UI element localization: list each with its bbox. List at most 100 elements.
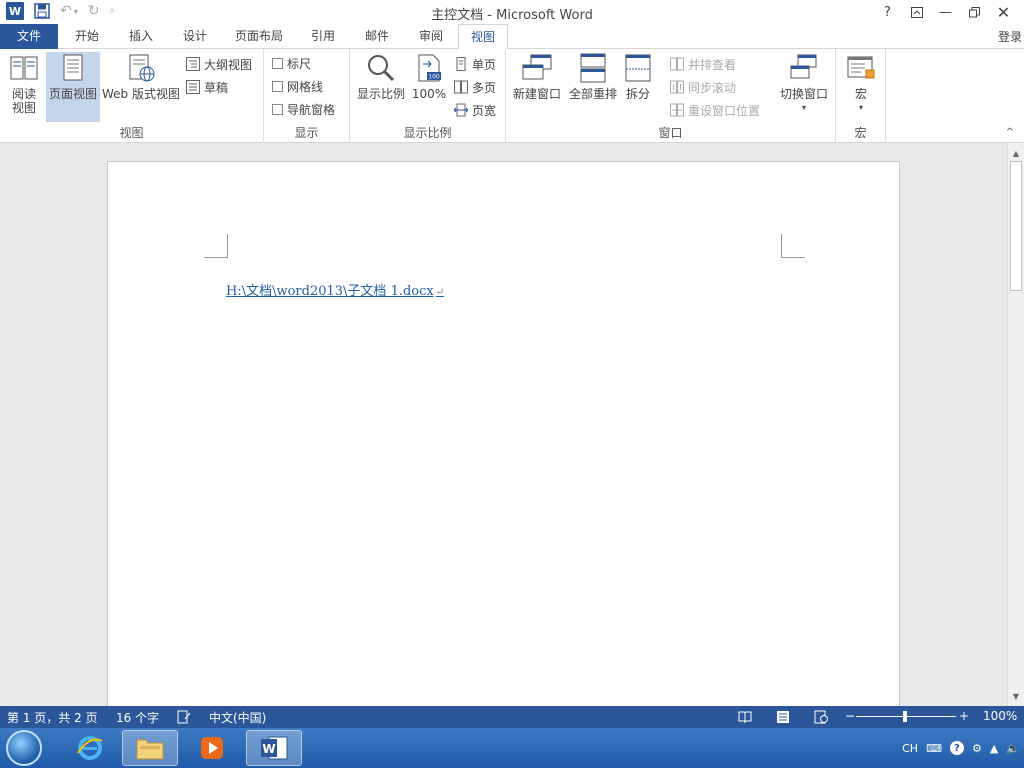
group-macros: 宏 ▾ 宏 — [836, 49, 886, 143]
magnifier-icon — [368, 55, 395, 82]
volume-icon[interactable]: 🔈 — [1006, 742, 1020, 755]
page-width-label: 页宽 — [472, 103, 497, 118]
taskbar-media-player[interactable] — [184, 730, 240, 766]
scroll-up-icon[interactable]: ▲ — [1008, 145, 1024, 161]
system-tray: CH ⌨ ? ⚙ ▲ 🔈 — [902, 728, 1020, 768]
collapse-ribbon-icon[interactable]: ^ — [1006, 127, 1014, 138]
document-page[interactable]: H:\文档\word2013\子文档 1.docx ↵ — [107, 161, 900, 706]
checkbox-icon — [272, 103, 283, 115]
taskbar-word[interactable]: W — [246, 730, 302, 766]
tab-design[interactable]: 设计 — [172, 24, 218, 49]
page-width-button[interactable]: 页宽 — [454, 100, 496, 120]
language[interactable]: 中文(中国) — [209, 709, 266, 726]
taskbar-explorer[interactable] — [122, 730, 178, 766]
ruler-checkbox[interactable]: 标尺 — [272, 53, 311, 73]
scrollbar-thumb[interactable] — [1010, 161, 1022, 291]
one-page-label: 单页 — [472, 57, 497, 72]
scroll-down-icon[interactable]: ▼ — [1008, 688, 1024, 704]
read-mode-icon[interactable] — [738, 710, 752, 724]
minimize-icon[interactable]: — — [931, 2, 960, 22]
redo-icon[interactable]: ↻ — [88, 3, 100, 19]
folder-icon — [136, 739, 164, 760]
side-by-side-label: 并排查看 — [688, 57, 737, 72]
input-language[interactable]: CH — [902, 742, 918, 755]
print-layout-icon[interactable] — [776, 710, 790, 724]
macros-button[interactable]: 宏 ▾ — [842, 52, 880, 122]
zoom-100-label: 100% — [411, 87, 447, 101]
new-window-button[interactable]: 新建窗口 — [510, 52, 564, 122]
draft-icon — [186, 80, 200, 94]
tab-home[interactable]: 开始 — [64, 24, 110, 49]
zoom-label: 显示比例 — [356, 87, 405, 101]
zoom-level[interactable]: 100% — [983, 709, 1017, 723]
side-by-side-button[interactable]: 并排查看 — [670, 54, 736, 74]
page-count[interactable]: 第 1 页，共 2 页 — [7, 709, 98, 726]
document-area[interactable]: H:\文档\word2013\子文档 1.docx ↵ — [0, 143, 1007, 706]
zoom-in-button[interactable]: + — [959, 709, 969, 723]
internet-explorer-icon — [77, 736, 103, 760]
print-layout-button[interactable]: 页面视图 — [46, 52, 100, 122]
ribbon-tabs: 文件 开始 插入 设计 页面布局 引用 邮件 审阅 视图 登录 — [0, 24, 1024, 50]
restore-icon[interactable] — [960, 2, 989, 22]
zoom-out-button[interactable]: − — [845, 709, 855, 723]
one-page-button[interactable]: 单页 — [454, 54, 496, 74]
web-layout-button[interactable]: Web 版式视图 — [101, 52, 181, 122]
chevron-down-icon: ▾ — [858, 103, 863, 112]
gridlines-checkbox[interactable]: 网格线 — [272, 76, 323, 96]
zoom-slider-thumb[interactable] — [903, 711, 907, 722]
svg-text:100: 100 — [428, 74, 440, 81]
help-tray-icon[interactable]: ? — [949, 741, 964, 755]
group-window: 新建窗口 全部重排 拆分 并排查看 同步滚动 重设窗口位置 切换窗口 ▾ 窗口 — [506, 49, 836, 143]
tab-review[interactable]: 审阅 — [408, 24, 454, 49]
zoom-100-button[interactable]: 100 100% — [410, 52, 448, 122]
start-button[interactable] — [6, 730, 42, 766]
taskbar-ie[interactable] — [62, 730, 118, 766]
save-icon[interactable] — [34, 3, 50, 19]
vertical-scrollbar[interactable]: ▲ ▼ — [1007, 143, 1024, 706]
login-link[interactable]: 登录 — [998, 28, 1022, 45]
tab-mailings[interactable]: 邮件 — [354, 24, 400, 49]
zoom-button[interactable]: 显示比例 — [354, 52, 408, 122]
tab-insert[interactable]: 插入 — [118, 24, 164, 49]
group-show: 标尺 网格线 导航窗格 显示 — [264, 49, 350, 143]
margin-corner-top-right — [781, 234, 805, 258]
nav-pane-checkbox[interactable]: 导航窗格 — [272, 99, 335, 119]
tab-references[interactable]: 引用 — [300, 24, 346, 49]
sync-scroll-label: 同步滚动 — [688, 80, 737, 95]
help-icon[interactable]: ? — [873, 2, 902, 22]
tab-view[interactable]: 视图 — [458, 24, 508, 50]
keyboard-icon[interactable]: ⌨ — [926, 742, 942, 755]
tab-page-layout[interactable]: 页面布局 — [226, 24, 292, 49]
word-logo-icon[interactable]: W — [6, 2, 24, 20]
word-count[interactable]: 16 个字 — [116, 709, 159, 726]
taskbar: W CH ⌨ ? ⚙ ▲ 🔈 — [0, 728, 1024, 768]
switch-windows-label: 切换窗口 — [779, 87, 828, 101]
status-bar: 第 1 页，共 2 页 16 个字 中文(中国) − + 100% — [0, 706, 1024, 728]
undo-icon[interactable]: ↶ ▾ — [60, 3, 78, 19]
arrange-all-button[interactable]: 全部重排 — [566, 52, 620, 122]
ribbon-display-icon[interactable] — [902, 2, 931, 22]
close-icon[interactable]: ✕ — [989, 2, 1018, 22]
gridlines-label: 网格线 — [287, 79, 324, 94]
multi-page-button[interactable]: 多页 — [454, 77, 496, 97]
customize-icon[interactable]: ⩡ — [109, 6, 115, 17]
show-hidden-icons[interactable]: ▲ — [990, 742, 998, 755]
tray-settings-icon[interactable]: ⚙ — [972, 742, 982, 755]
tab-file[interactable]: 文件 — [0, 24, 58, 49]
read-mode-button[interactable]: 阅读 视图 — [4, 52, 44, 122]
outline-button[interactable]: 大纲视图 — [186, 54, 252, 74]
new-window-icon — [522, 54, 552, 80]
subdocument-link[interactable]: H:\文档\word2013\子文档 1.docx ↵ — [226, 280, 444, 299]
web-layout-icon[interactable] — [814, 710, 828, 724]
subdocument-link-text[interactable]: H:\文档\word2013\子文档 1.docx — [226, 284, 434, 299]
media-player-icon — [201, 737, 223, 759]
sync-scroll-button[interactable]: 同步滚动 — [670, 77, 736, 97]
one-page-icon — [456, 57, 466, 71]
split-button[interactable]: 拆分 — [620, 52, 656, 122]
switch-windows-button[interactable]: 切换窗口 ▾ — [776, 52, 832, 122]
reset-position-button[interactable]: 重设窗口位置 — [670, 100, 760, 120]
draft-button[interactable]: 草稿 — [186, 77, 228, 97]
checkbox-icon — [272, 80, 283, 92]
paragraph-mark: ↵ — [435, 287, 445, 298]
proofing-icon[interactable] — [177, 710, 191, 724]
